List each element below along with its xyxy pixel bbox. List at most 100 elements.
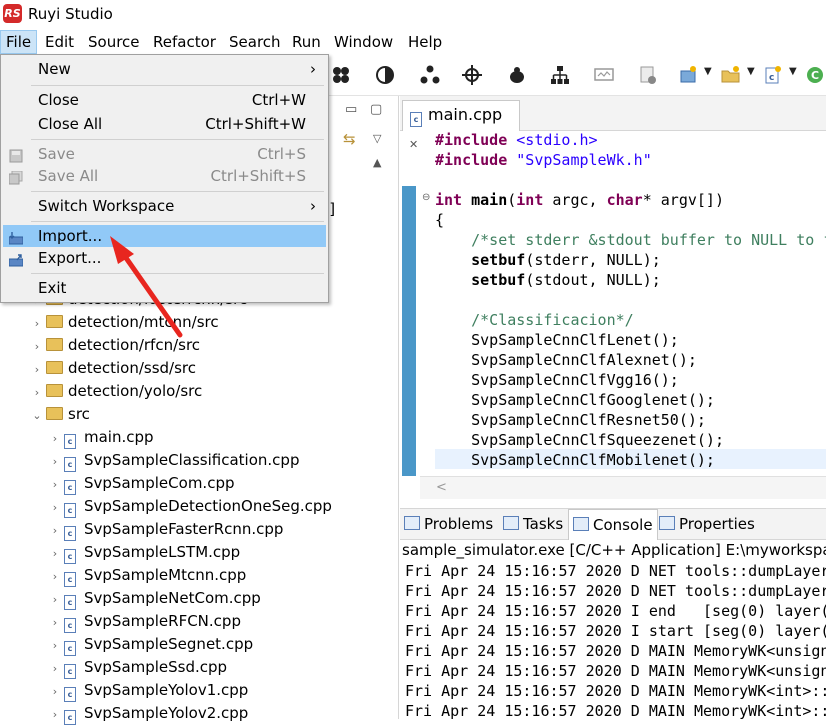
chevron-right-icon[interactable]: › [30,312,44,335]
tab-console[interactable]: Console [568,509,658,540]
menu-run[interactable]: Run [287,31,326,53]
code-line: SvpSampleCnnClfGooglenet(); [435,391,715,409]
tree-file[interactable]: › c SvpSampleYolov2.cpp [48,702,248,725]
menu-item-import[interactable]: Import... [3,225,326,247]
code-comment: /*set stderr &stdout buffer to NULL to f [435,231,826,249]
tree-file[interactable]: › c SvpSampleRFCN.cpp [48,610,241,633]
cpp-file-icon: c [64,434,76,449]
chevron-right-icon[interactable]: › [48,634,62,657]
chevron-right-icon[interactable]: › [48,588,62,611]
chevron-right-icon[interactable]: › [48,565,62,588]
tree-file[interactable]: › c SvpSampleFasterRcnn.cpp [48,518,283,541]
hierarchy-icon[interactable] [549,64,571,86]
link-editor-icon[interactable]: ⇆ [343,130,356,148]
close-icon[interactable]: ✕ [409,138,418,151]
menu-search[interactable]: Search [224,31,286,53]
horizontal-scrollbar[interactable]: < [420,476,826,499]
cpp-file-icon: c [64,595,76,610]
tree-file[interactable]: › c SvpSampleCom.cpp [48,472,234,495]
bottom-panel: Problems Tasks Console Properties sample… [400,508,826,720]
tab-main-cpp[interactable]: c main.cpp ✕ [402,100,520,151]
half-circle-icon[interactable] [374,64,396,86]
change-marker-bar [402,186,416,476]
tree-folder-src[interactable]: ⌄ src [30,403,90,426]
chevron-right-icon[interactable]: › [48,427,62,450]
export-image-icon[interactable] [637,64,659,86]
tree-file[interactable]: › c SvpSampleDetectionOneSeg.cpp [48,495,332,518]
svg-text:C: C [811,69,819,82]
menu-item-save[interactable]: Save Ctrl+S [3,143,326,165]
chevron-down-icon[interactable]: ▼ [789,66,797,77]
code-line: #include "SvpSampleWk.h" [435,151,652,169]
menu-file[interactable]: File [0,30,38,54]
menu-item-switch-workspace[interactable]: Switch Workspace › [3,195,326,217]
menu-edit[interactable]: Edit [40,31,79,53]
menu-help[interactable]: Help [403,31,447,53]
chevron-right-icon[interactable]: › [48,519,62,542]
tree-file[interactable]: › c SvpSampleNetCom.cpp [48,587,261,610]
monitor-icon[interactable] [593,64,615,86]
minimize-icon[interactable]: ▭ [345,102,357,117]
chevron-right-icon[interactable]: › [48,680,62,703]
menu-item-close[interactable]: Close Ctrl+W [3,89,326,111]
new-class-icon[interactable]: C [804,64,826,86]
folder-icon [46,361,63,374]
code-line: setbuf(stderr, NULL); [435,251,661,269]
chevron-right-icon[interactable]: › [48,473,62,496]
cpp-file-icon: c [64,710,76,725]
menu-window[interactable]: Window [329,31,398,53]
console-line: Fri Apr 24 15:16:57 2020 D MAIN MemoryWK… [405,702,826,720]
cluster-icon[interactable] [330,64,352,86]
chevron-down-icon[interactable]: ▼ [704,66,712,77]
tab-tasks[interactable]: Tasks [503,509,563,539]
new-cpp-file-icon[interactable]: c [762,64,784,86]
menu-item-new[interactable]: New › [3,58,326,80]
new-folder-icon[interactable] [720,64,742,86]
tree-file[interactable]: › c SvpSampleSsd.cpp [48,656,227,679]
console-line: Fri Apr 24 15:16:57 2020 D NET tools::du… [405,562,826,580]
bug-icon[interactable] [506,64,528,86]
menu-item-exit[interactable]: Exit [3,277,326,299]
cpp-file-icon: c [64,664,76,679]
chevron-right-icon[interactable]: › [48,450,62,473]
chevron-right-icon[interactable]: › [30,335,44,358]
tree-file[interactable]: › c SvpSampleMtcnn.cpp [48,564,246,587]
new-project-icon[interactable] [678,64,700,86]
scroll-left-icon[interactable]: < [436,480,447,495]
chevron-right-icon[interactable]: › [48,496,62,519]
tree-folder[interactable]: › detection/yolo/src [30,380,202,403]
save-icon [9,147,23,163]
chevron-right-icon[interactable]: › [48,703,62,726]
chevron-down-icon[interactable]: ▼ [747,66,755,77]
tree-file[interactable]: › c SvpSampleClassification.cpp [48,449,299,472]
crosshair-icon[interactable] [461,64,483,86]
menu-refactor[interactable]: Refactor [148,31,221,53]
tree-file[interactable]: › c SvpSampleLSTM.cpp [48,541,240,564]
chevron-right-icon[interactable]: › [30,381,44,404]
tab-problems[interactable]: Problems [404,509,493,539]
menu-item-export[interactable]: Export... [3,247,326,269]
view-menu-icon[interactable]: ▽ [373,132,381,145]
dots-icon[interactable] [419,64,441,86]
menu-item-close-all[interactable]: Close All Ctrl+Shift+W [3,113,326,135]
tab-properties[interactable]: Properties [659,509,755,539]
tree-file[interactable]: › c SvpSampleSegnet.cpp [48,633,253,656]
chevron-right-icon[interactable]: › [30,358,44,381]
console-icon [573,517,589,531]
chevron-right-icon[interactable]: › [48,611,62,634]
fold-collapse-icon[interactable]: ⊖ [422,192,430,203]
tree-file[interactable]: › c SvpSampleYolov1.cpp [48,679,248,702]
maximize-icon[interactable]: ▢ [370,102,382,117]
scroll-up-icon[interactable]: ▲ [373,156,381,169]
menu-source[interactable]: Source [83,31,145,53]
tree-folder[interactable]: › detection/rfcn/src [30,334,200,357]
tree-folder[interactable]: › detection/mtcnn/src [30,311,219,334]
chevron-right-icon[interactable]: › [48,657,62,680]
tree-file[interactable]: › c main.cpp [48,426,154,449]
chevron-down-icon[interactable]: ⌄ [30,404,44,427]
cpp-file-icon: c [64,549,76,564]
chevron-right-icon[interactable]: › [48,542,62,565]
code-line: { [435,211,445,229]
menu-item-save-all[interactable]: Save All Ctrl+Shift+S [3,165,326,187]
tree-folder[interactable]: › detection/ssd/src [30,357,196,380]
